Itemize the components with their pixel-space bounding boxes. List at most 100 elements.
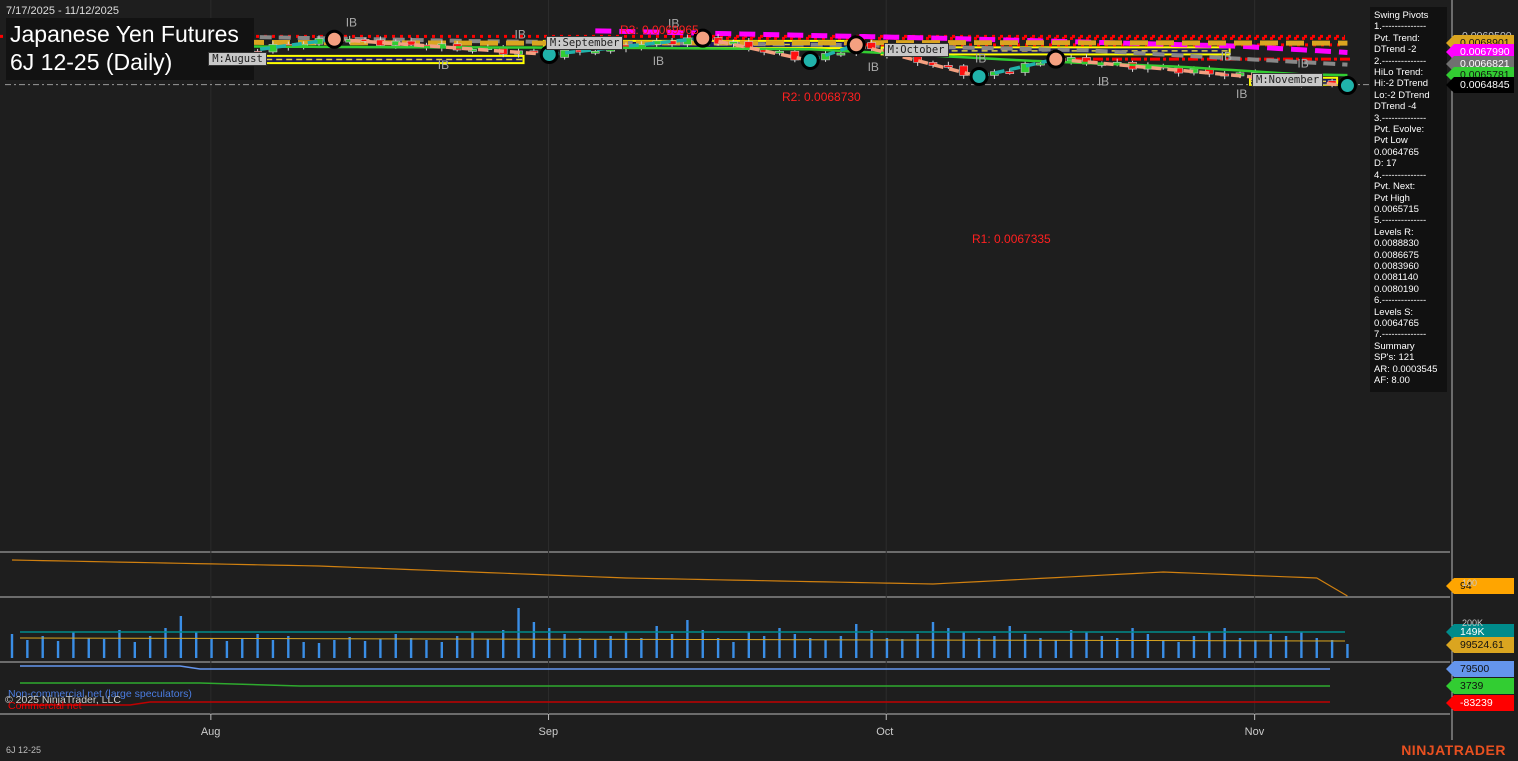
ninjatrader-logo: NINJATRADER <box>1401 742 1506 758</box>
swing-low-marker <box>969 67 989 87</box>
volume-bar <box>1300 632 1303 658</box>
indicator-marker-cot: 79500 <box>1446 661 1514 677</box>
volume-bar <box>440 642 443 658</box>
volume-bar <box>56 641 60 658</box>
pivot-info-line: Lo:-2 DTrend <box>1374 89 1430 101</box>
volume-bar <box>1146 634 1150 658</box>
pivot-info-line: Pvt High <box>1374 192 1410 204</box>
volume-bar <box>977 638 981 658</box>
indicator-marker-cot: 3739 <box>1446 678 1514 694</box>
volume-bar <box>379 639 382 658</box>
chart-title: Japanese Yen Futures 6J 12-25 (Daily) <box>6 18 254 80</box>
volume-bar <box>870 630 873 658</box>
candle-down <box>1005 71 1015 74</box>
volume-bar <box>732 642 735 658</box>
volume-bar <box>1023 634 1027 658</box>
volume-bar <box>72 632 75 658</box>
ib-label: IB <box>346 15 357 29</box>
pivot-info-line: 4.-------------- <box>1374 169 1427 181</box>
monthly-box-label: M:August <box>208 51 267 66</box>
swing-high-marker <box>324 29 344 49</box>
volume-bar <box>1192 636 1196 658</box>
volume-bar <box>1039 638 1042 658</box>
volume-bar <box>241 638 244 658</box>
volume-bar <box>993 636 996 658</box>
volume-bar <box>594 640 597 658</box>
volume-bar <box>1116 638 1119 658</box>
pivot-info-line: Summary <box>1374 340 1415 352</box>
x-axis-label: Oct <box>876 726 894 738</box>
date-range: 7/17/2025 - 11/12/2025 <box>6 5 119 17</box>
pivot-info-line: 0.0086675 <box>1374 249 1419 261</box>
pivot-info-line: HiLo Trend: <box>1374 67 1424 79</box>
volume-bar <box>962 632 965 658</box>
monthly-box-label: M:November <box>1252 73 1324 88</box>
volume-bar <box>916 634 919 658</box>
noncommercial-net-line <box>20 665 1330 670</box>
r1-label: R1: 0.0067335 <box>972 232 1051 246</box>
pivot-info-line: DTrend -2 <box>1374 44 1417 56</box>
volume-bar <box>655 626 658 658</box>
ib-label: IB <box>1098 74 1109 88</box>
volume-bar <box>471 632 474 658</box>
volume-bar <box>271 640 275 658</box>
volume-bar <box>532 622 536 658</box>
volume-bar <box>517 608 520 658</box>
volume-bar <box>1008 626 1011 658</box>
volume-bar <box>333 640 336 658</box>
volume-bar <box>1100 636 1104 658</box>
swing-low-marker <box>800 51 820 71</box>
pivot-info-line: 6.-------------- <box>1374 295 1427 307</box>
pivot-info-line: 0.0065715 <box>1374 203 1419 215</box>
pivot-info-line: Levels R: <box>1374 226 1414 238</box>
pivot-info-line: 2.-------------- <box>1374 55 1427 67</box>
commercial-net-line <box>20 701 1330 706</box>
volume-bar <box>1254 640 1257 658</box>
volume-bar <box>10 634 14 658</box>
volume-bar <box>1085 632 1088 658</box>
pivot-info-line: 5.-------------- <box>1374 215 1427 227</box>
volume-bar <box>716 638 720 658</box>
x-axis-label: Nov <box>1244 726 1265 738</box>
volume-bar <box>425 640 428 658</box>
ib-label: IB <box>1297 56 1308 70</box>
pivot-info-line: DTrend -4 <box>1374 101 1417 113</box>
oscillator-line <box>11 559 1348 597</box>
volume-bar <box>1069 630 1073 658</box>
pivot-info-line: 0.0080190 <box>1374 283 1419 295</box>
volume-bar <box>179 616 183 658</box>
volume-bar <box>348 637 351 658</box>
volume-bar <box>1054 640 1057 658</box>
volume-bar <box>839 636 843 658</box>
volume-bar <box>41 636 44 658</box>
candle-up <box>836 52 846 56</box>
volume-bar <box>1162 640 1165 658</box>
pivot-info-line: 0.0088830 <box>1374 238 1419 250</box>
x-axis-label: Aug <box>200 726 221 738</box>
volume-bar <box>87 638 90 658</box>
swing-low-marker <box>1337 76 1357 96</box>
volume-bar <box>1330 640 1334 658</box>
volume-bar <box>486 639 490 658</box>
monthly-box-label: M:October <box>883 42 949 57</box>
pivot-info-line: Pvt. Next: <box>1374 181 1416 193</box>
volume-bar <box>578 638 582 658</box>
pivot-info-line: AR: 0.0003545 <box>1374 363 1438 375</box>
swing-high-marker <box>1046 49 1066 69</box>
volume-bar <box>502 630 505 658</box>
volume-bar <box>824 640 827 658</box>
volume-bar <box>624 632 628 658</box>
instrument-name: Japanese Yen Futures <box>10 21 239 47</box>
price-chart[interactable]: IBIBIBIBIBIBIBIBIBIBIBIBIB <box>0 0 1518 761</box>
pivot-info-line: 1.-------------- <box>1374 21 1427 33</box>
volume-bar <box>287 636 290 658</box>
ib-label: IB <box>1236 87 1247 101</box>
volume-bar <box>686 620 689 658</box>
volume-bar <box>256 634 259 658</box>
instrument-tab[interactable]: 6J 12-25 <box>6 745 41 755</box>
volume-bar <box>855 624 858 658</box>
volume-bar <box>1269 634 1272 658</box>
pivot-info-line: 3.-------------- <box>1374 112 1427 124</box>
volume-axis-tick: 200K <box>1462 618 1484 628</box>
volume-bar <box>409 638 413 658</box>
